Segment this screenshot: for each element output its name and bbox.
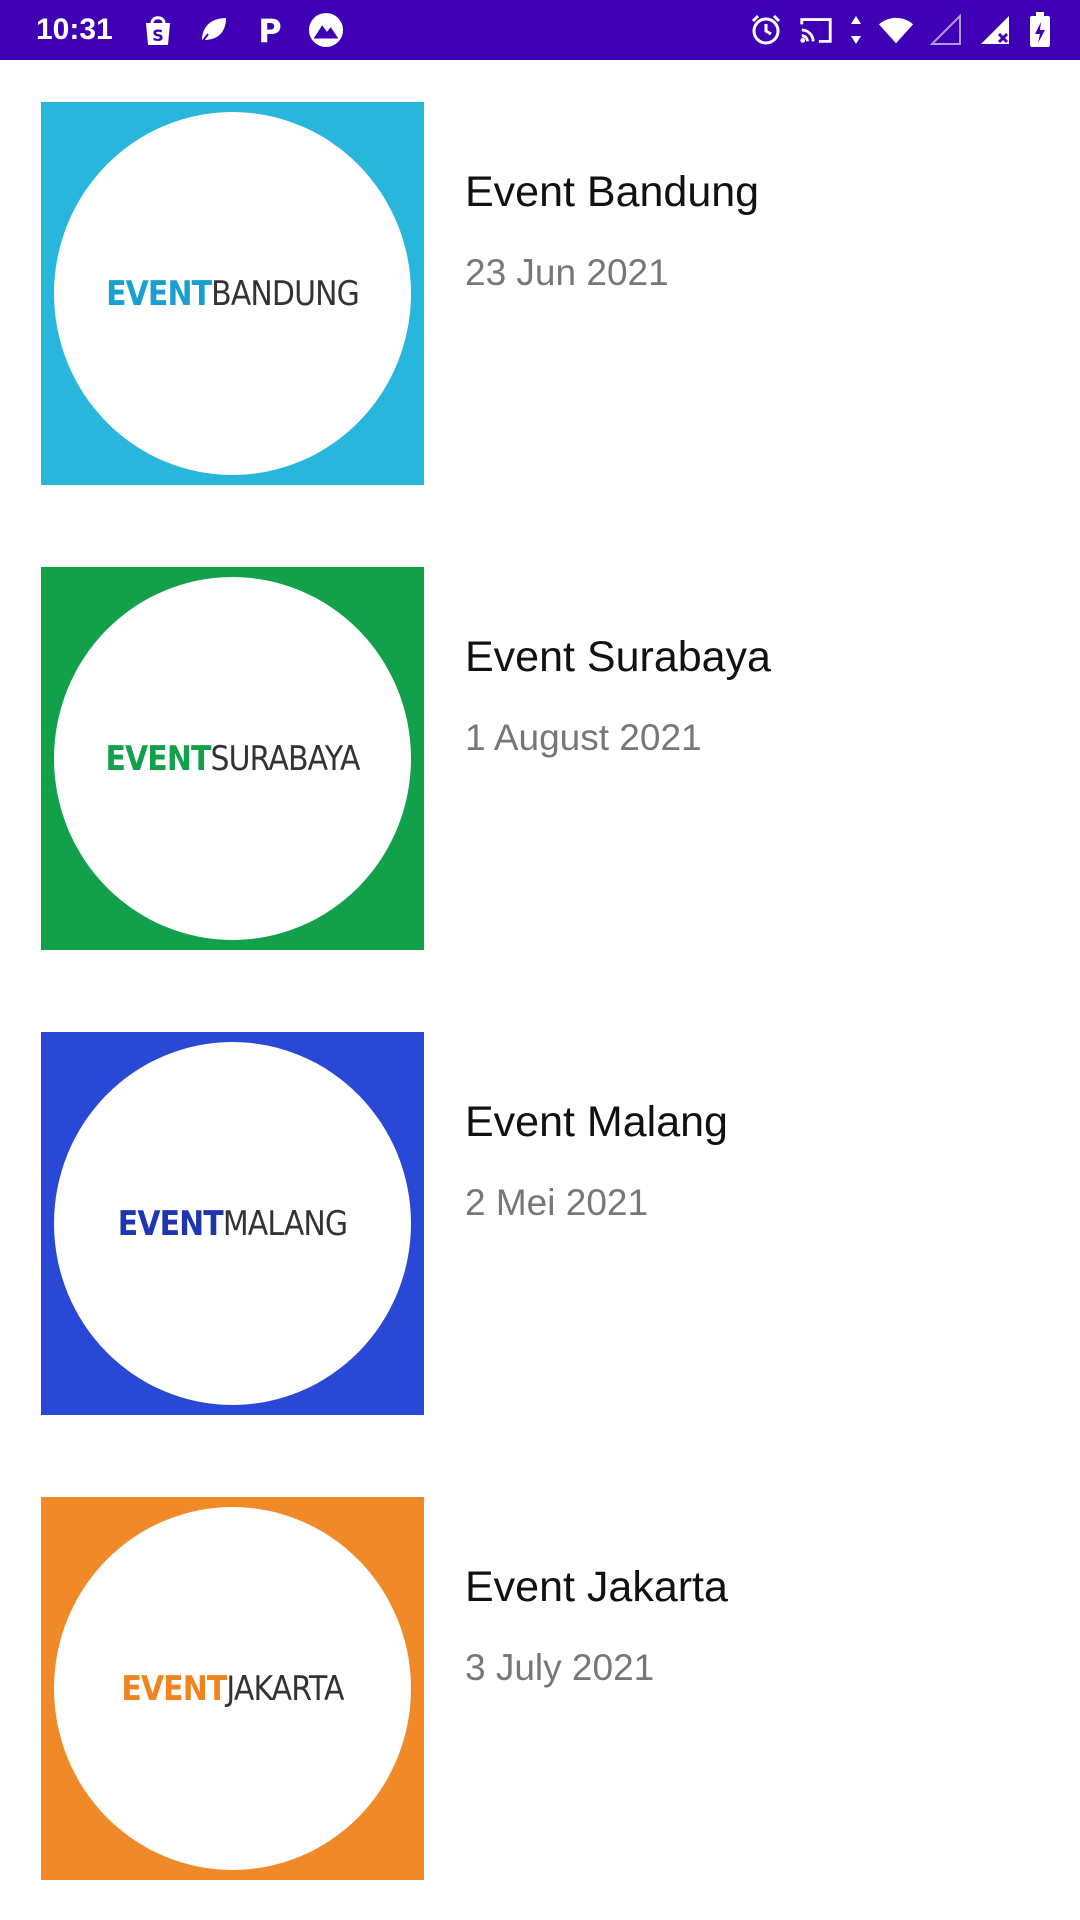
- system-icons: [748, 10, 1052, 50]
- event-list-item[interactable]: EVENT MALANG Event Malang 2 Mei 2021: [0, 990, 1080, 1430]
- logo-event-text: EVENT: [106, 273, 212, 314]
- logo-city-text: JAKARTA: [226, 1668, 344, 1709]
- event-logo: EVENT SURABAYA: [64, 567, 401, 950]
- battery-icon: [1028, 12, 1052, 48]
- p-app-icon: P: [252, 12, 288, 48]
- event-date: 2 Mei 2021: [465, 1182, 649, 1223]
- event-thumbnail: EVENT SURABAYA: [41, 567, 424, 950]
- status-bar: 10:31 S P: [0, 0, 1080, 60]
- event-date: 1 August 2021: [465, 717, 702, 758]
- logo-city-text: MALANG: [222, 1203, 348, 1244]
- event-list-item[interactable]: EVENT JAKARTA Event Jakarta 3 July 2021: [0, 1455, 1080, 1895]
- event-thumbnail: EVENT JAKARTA: [41, 1497, 424, 1880]
- status-time: 10:31: [36, 13, 113, 46]
- event-date: 23 Jun 2021: [465, 252, 669, 293]
- logo-event-text: EVENT: [117, 1203, 224, 1244]
- svg-text:S: S: [152, 26, 164, 45]
- logo-city-text: SURABAYA: [210, 738, 361, 779]
- event-title: Event Bandung: [465, 168, 760, 216]
- cast-icon: [798, 12, 834, 48]
- event-thumbnail: EVENT MALANG: [41, 1032, 424, 1415]
- event-list-item[interactable]: EVENT BANDUNG Event Bandung 23 Jun 2021: [0, 60, 1080, 500]
- cell-signal-icon: [928, 12, 964, 48]
- cell-signal-x-icon: [978, 12, 1014, 48]
- shopee-icon: S: [140, 12, 176, 48]
- notification-icons: S P: [140, 10, 344, 50]
- event-thumbnail: EVENT BANDUNG: [41, 102, 424, 485]
- event-logo: EVENT MALANG: [64, 1032, 401, 1415]
- event-logo: EVENT BANDUNG: [64, 102, 401, 485]
- event-title: Event Jakarta: [465, 1563, 728, 1611]
- event-date: 3 July 2021: [465, 1647, 655, 1688]
- wifi-icon: [878, 12, 914, 48]
- event-title: Event Surabaya: [465, 633, 771, 681]
- mountain-app-icon: [308, 12, 344, 48]
- alarm-icon: [748, 12, 784, 48]
- event-title: Event Malang: [465, 1098, 728, 1146]
- event-list-item[interactable]: EVENT SURABAYA Event Surabaya 1 August 2021: [0, 525, 1080, 965]
- svg-text:P: P: [258, 14, 281, 46]
- chat-bubble-icon: [196, 12, 232, 48]
- event-logo: EVENT JAKARTA: [64, 1497, 401, 1880]
- logo-event-text: EVENT: [121, 1668, 227, 1709]
- logo-city-text: BANDUNG: [211, 273, 360, 314]
- data-arrows-icon: [848, 12, 864, 48]
- logo-event-text: EVENT: [105, 738, 211, 779]
